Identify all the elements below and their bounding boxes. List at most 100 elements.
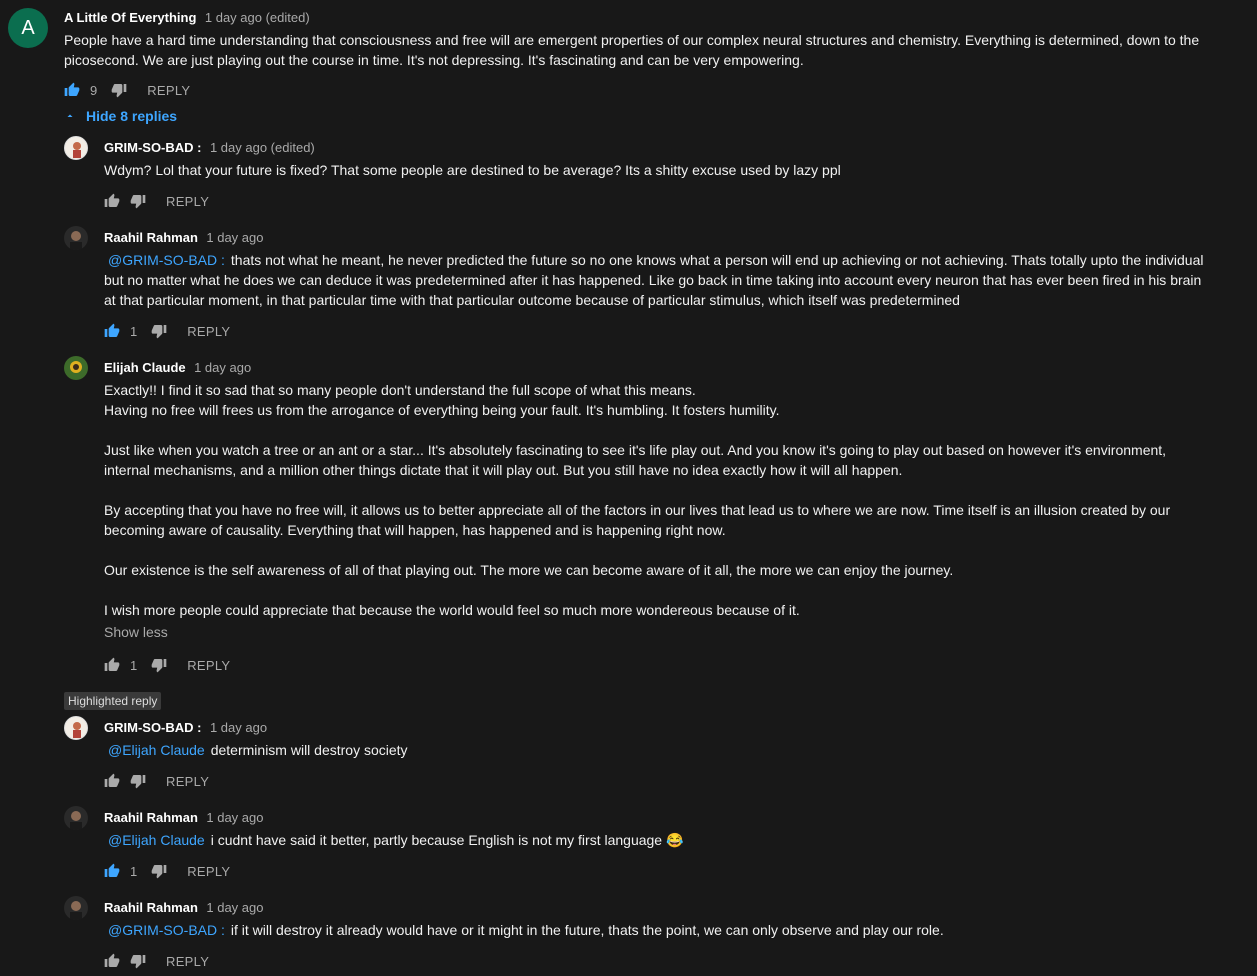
thumbs-down-icon[interactable] <box>151 323 167 339</box>
reply-text-line: Just like when you watch a tree or an an… <box>104 442 1167 458</box>
thumbs-down-icon[interactable] <box>111 82 127 98</box>
reply-text-fragment: thats not what he meant, he never predic… <box>230 252 1204 268</box>
avatar[interactable] <box>64 356 88 380</box>
reply-header: Raahil Rahman 1 day ago <box>104 809 263 827</box>
timestamp[interactable]: 1 day ago <box>206 230 263 245</box>
reply-text: @GRIM-SO-BAD : thats not what he meant, h… <box>104 250 1244 310</box>
reply-actions: REPLY <box>104 771 209 791</box>
reply-actions: 1 REPLY <box>104 321 230 341</box>
thumbs-up-icon[interactable] <box>104 773 120 789</box>
author-name[interactable]: Raahil Rahman <box>104 230 198 245</box>
reply-text-line: Having no free will frees us from the ar… <box>104 402 780 418</box>
author-name[interactable]: GRIM-SO-BAD : <box>104 720 202 735</box>
avatar[interactable]: A <box>8 8 48 48</box>
reply-header: Elijah Claude 1 day ago <box>104 359 251 377</box>
avatar-figure-icon <box>73 142 81 158</box>
reply-text: @Elijah Claude i cudnt have said it bette… <box>104 830 1244 850</box>
avatar[interactable] <box>64 136 88 160</box>
author-name[interactable]: GRIM-SO-BAD : <box>104 140 202 155</box>
avatar[interactable] <box>64 716 88 740</box>
avatar-figure-icon <box>70 361 82 373</box>
reply-button[interactable]: REPLY <box>187 864 230 879</box>
thumbs-up-icon[interactable] <box>104 193 120 209</box>
reply-header: GRIM-SO-BAD : 1 day ago <box>104 719 267 737</box>
thumbs-up-icon[interactable] <box>104 953 120 969</box>
thumbs-down-icon[interactable] <box>130 193 146 209</box>
reply-text-line: internal mechanisms, and a million other… <box>104 462 903 478</box>
thumbs-down-icon[interactable] <box>151 657 167 673</box>
reply-actions: 1 REPLY <box>104 861 230 881</box>
author-name[interactable]: Raahil Rahman <box>104 900 198 915</box>
reply-text-fragment: i cudnt have said it better, partly beca… <box>210 832 684 848</box>
avatar-figure-icon <box>73 722 81 738</box>
chevron-up-icon <box>67 114 73 117</box>
author-name[interactable]: Elijah Claude <box>104 360 186 375</box>
mention-link[interactable]: @Elijah Claude <box>108 742 205 758</box>
reply-button[interactable]: REPLY <box>166 774 209 789</box>
author-name[interactable]: A Little Of Everything <box>64 10 196 25</box>
mention-link[interactable]: @Elijah Claude <box>108 832 205 848</box>
thumbs-up-icon[interactable] <box>104 323 120 339</box>
show-less-button[interactable]: Show less <box>104 624 168 640</box>
reply-text: Wdym? Lol that your future is fixed? Tha… <box>104 162 841 178</box>
thumbs-down-icon[interactable] <box>130 773 146 789</box>
thumbs-up-icon[interactable] <box>64 82 80 98</box>
hide-replies-button[interactable]: Hide 8 replies <box>64 108 177 124</box>
reply-text-fragment: determinism will destroy society <box>210 742 408 758</box>
reply-text-line: Exactly!! I find it so sad that so many … <box>104 382 696 398</box>
author-name[interactable]: Raahil Rahman <box>104 810 198 825</box>
timestamp[interactable]: 1 day ago <box>206 810 263 825</box>
reply-button[interactable]: REPLY <box>166 194 209 209</box>
like-count: 1 <box>130 657 138 673</box>
reply-text-line: @GRIM-SO-BAD : thats not what he meant, h… <box>104 250 1244 270</box>
thumbs-down-icon[interactable] <box>130 953 146 969</box>
thumbs-down-icon[interactable] <box>151 863 167 879</box>
thumbs-up-icon[interactable] <box>104 657 120 673</box>
reply-actions: 1 REPLY <box>104 655 230 675</box>
comment-text-line: picosecond. We are just playing out the … <box>64 52 804 68</box>
comment-header: A Little Of Everything 1 day ago (edited… <box>64 9 310 27</box>
reply-button[interactable]: REPLY <box>187 324 230 339</box>
avatar[interactable] <box>64 806 88 830</box>
like-count: 1 <box>130 323 138 339</box>
avatar[interactable] <box>64 896 88 920</box>
reply-actions: REPLY <box>104 951 209 971</box>
avatar-figure-icon <box>70 231 82 250</box>
comment-text-line: People have a hard time understanding th… <box>64 32 1200 48</box>
reply-header: GRIM-SO-BAD : 1 day ago (edited) <box>104 139 315 157</box>
reply-text-line: becoming aware of causality. Everything … <box>104 522 726 538</box>
reply-text-fragment: if it will destroy it already would have… <box>230 922 944 938</box>
avatar-figure-icon <box>70 901 82 920</box>
like-count: 1 <box>130 863 138 879</box>
reply-text-line: at that particular moment, in that parti… <box>104 292 960 308</box>
comment-actions: 9 REPLY <box>64 80 190 100</box>
hide-replies-label: Hide 8 replies <box>86 108 178 124</box>
reply-text-line: I wish more people could appreciate that… <box>104 602 800 618</box>
reply-text: Exactly!! I find it so sad that so many … <box>104 380 1244 620</box>
reply-button[interactable]: REPLY <box>166 954 209 969</box>
mention-link[interactable]: @GRIM-SO-BAD : <box>108 252 225 268</box>
timestamp[interactable]: 1 day ago <box>194 360 251 375</box>
reply-button[interactable]: REPLY <box>147 83 190 98</box>
comment-thread: A A Little Of Everything 1 day ago (edit… <box>0 0 1257 976</box>
timestamp[interactable]: 1 day ago <box>210 720 267 735</box>
reply-actions: REPLY <box>104 191 209 211</box>
reply-text-line: Our existence is the self awareness of a… <box>104 562 954 578</box>
like-count: 9 <box>90 82 98 98</box>
timestamp[interactable]: 1 day ago (edited) <box>205 10 310 25</box>
timestamp[interactable]: 1 day ago (edited) <box>210 140 315 155</box>
comment-text: People have a hard time understanding th… <box>64 30 1244 70</box>
reply-text-line: By accepting that you have no free will,… <box>104 502 1171 518</box>
timestamp[interactable]: 1 day ago <box>206 900 263 915</box>
mention-link[interactable]: @GRIM-SO-BAD : <box>108 922 225 938</box>
reply-button[interactable]: REPLY <box>187 658 230 673</box>
reply-text: @Elijah Claude determinism will destroy s… <box>104 740 1244 760</box>
reply-header: Raahil Rahman 1 day ago <box>104 899 263 917</box>
reply-header: Raahil Rahman 1 day ago <box>104 229 263 247</box>
reply-text: @GRIM-SO-BAD : if it will destroy it alre… <box>104 920 1244 940</box>
avatar[interactable] <box>64 226 88 250</box>
thumbs-up-icon[interactable] <box>104 863 120 879</box>
avatar-figure-icon <box>70 811 82 830</box>
reply-text-line: but no matter what he does we can deduce… <box>104 272 1202 288</box>
highlighted-reply-badge: Highlighted reply <box>64 692 162 710</box>
